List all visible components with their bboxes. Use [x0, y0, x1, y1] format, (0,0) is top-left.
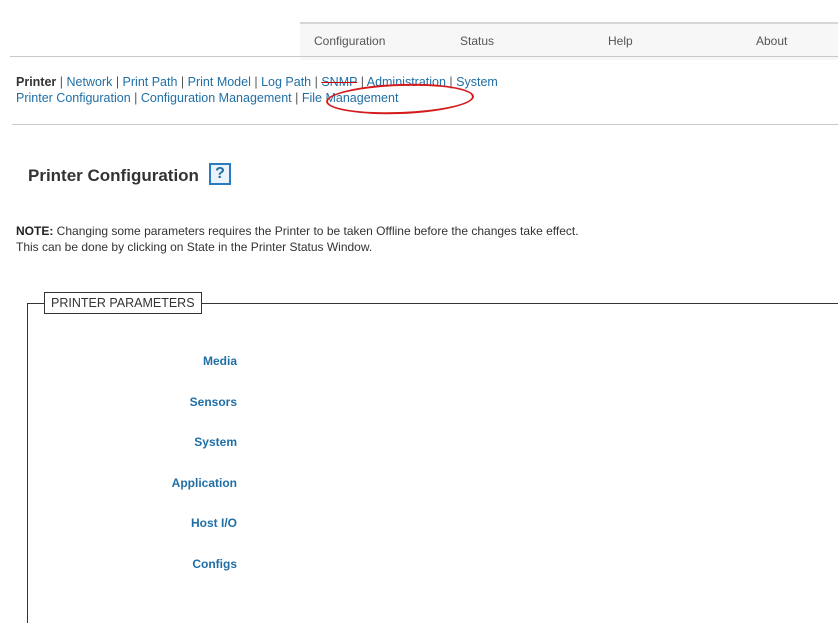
top-divider: [10, 56, 838, 57]
separator: |: [291, 91, 302, 105]
nav-status[interactable]: Status: [460, 34, 494, 48]
note-label: NOTE:: [16, 224, 54, 238]
page-title: Printer Configuration: [28, 166, 199, 185]
note-text: NOTE: Changing some parameters requires …: [16, 223, 579, 255]
param-link-host-io[interactable]: Host I/O: [37, 516, 237, 530]
subnav-system[interactable]: System: [456, 75, 498, 89]
help-icon[interactable]: ?: [209, 163, 231, 185]
separator: |: [311, 75, 322, 89]
param-link-system[interactable]: System: [37, 435, 237, 449]
subnav-log-path[interactable]: Log Path: [261, 75, 311, 89]
subnav-printer-configuration[interactable]: Printer Configuration: [16, 91, 131, 105]
param-link-configs[interactable]: Configs: [37, 557, 237, 571]
separator: |: [250, 75, 262, 89]
param-link-media[interactable]: Media: [37, 354, 237, 368]
subnav-configuration-management[interactable]: Configuration Management: [141, 91, 292, 105]
note-line-2: This can be done by clicking on State in…: [16, 240, 373, 254]
separator: |: [56, 75, 67, 89]
subnav-print-model[interactable]: Print Model: [188, 75, 251, 89]
top-nav-bar: Configuration Status Help About: [300, 22, 838, 60]
subnav-printer[interactable]: Printer: [16, 75, 56, 89]
note-line-1: Changing some parameters requires the Pr…: [53, 224, 579, 238]
nav-about[interactable]: About: [756, 34, 787, 48]
nav-help[interactable]: Help: [608, 34, 633, 48]
subnav-snmp[interactable]: SNMP: [321, 75, 357, 89]
param-link-sensors[interactable]: Sensors: [37, 395, 237, 409]
subnav-print-path[interactable]: Print Path: [123, 75, 178, 89]
printer-parameters-legend: PRINTER PARAMETERS: [44, 292, 202, 314]
nav-configuration[interactable]: Configuration: [314, 34, 385, 48]
separator: |: [130, 91, 141, 105]
separator: |: [112, 75, 123, 89]
section-divider: [12, 124, 838, 125]
printer-parameters-group: [27, 303, 838, 623]
subnav-network[interactable]: Network: [67, 75, 113, 89]
separator: |: [177, 75, 188, 89]
param-link-application[interactable]: Application: [37, 476, 237, 490]
